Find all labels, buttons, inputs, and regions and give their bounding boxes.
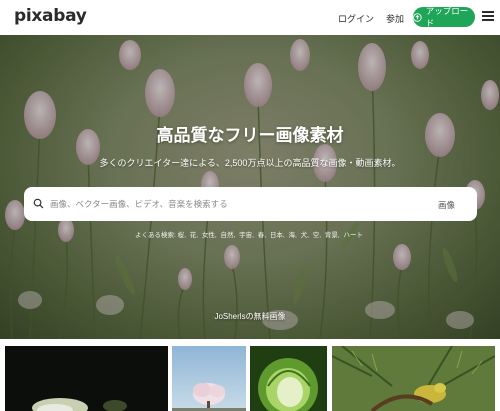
- image-grid: [0, 346, 500, 411]
- search-type-select[interactable]: 画像: [438, 199, 455, 211]
- login-link[interactable]: ログイン: [338, 12, 374, 25]
- gallery-image[interactable]: [5, 346, 168, 411]
- upload-button[interactable]: アップロード: [413, 6, 475, 28]
- search-input[interactable]: [50, 196, 400, 212]
- gallery-image[interactable]: [172, 346, 246, 411]
- popular-tag[interactable]: 春,: [258, 232, 266, 239]
- join-link[interactable]: 参加: [386, 12, 404, 25]
- top-header: pixabay ログイン 参加 アップロード: [0, 0, 500, 35]
- popular-tag[interactable]: 女性,: [202, 232, 217, 239]
- popular-tag[interactable]: 犬,: [301, 232, 309, 239]
- upload-button-label: アップロード: [425, 6, 469, 28]
- upload-icon: [413, 12, 422, 22]
- gallery-image[interactable]: [250, 346, 327, 411]
- popular-tag[interactable]: ハート: [344, 232, 364, 239]
- popular-tag[interactable]: 花,: [190, 232, 198, 239]
- popular-searches-label: よくある検索:: [135, 232, 176, 239]
- popular-tag[interactable]: 宇宙,: [239, 232, 254, 239]
- popular-tag[interactable]: 海,: [289, 232, 297, 239]
- chevron-down-icon[interactable]: [487, 201, 494, 206]
- hamburger-menu-icon[interactable]: [482, 11, 494, 21]
- gallery-image[interactable]: [332, 346, 495, 411]
- pixabay-logo[interactable]: pixabay: [14, 6, 87, 26]
- popular-searches: よくある検索: 桜, 花, 女性, 自然, 宇宙, 春, 日本, 海, 犬, 空…: [0, 229, 500, 239]
- hero-banner: 高品質なフリー画像素材 多くのクリエイター達による、2,500万点以上の高品質な…: [0, 35, 500, 339]
- popular-tag[interactable]: 背景,: [325, 232, 340, 239]
- popular-tag[interactable]: 自然,: [221, 232, 236, 239]
- search-icon[interactable]: [33, 198, 44, 209]
- hero-subtitle: 多くのクリエイター達による、2,500万点以上の高品質な画像・動画素材。: [99, 158, 401, 168]
- popular-tag[interactable]: 桜,: [178, 232, 186, 239]
- popular-tag[interactable]: 日本,: [270, 232, 285, 239]
- hero-title: 高品質なフリー画像素材: [156, 126, 344, 145]
- popular-tag[interactable]: 空,: [313, 232, 321, 239]
- search-bar: 画像: [24, 187, 494, 221]
- image-credit-link[interactable]: JoSherlsの無料画像: [0, 311, 500, 322]
